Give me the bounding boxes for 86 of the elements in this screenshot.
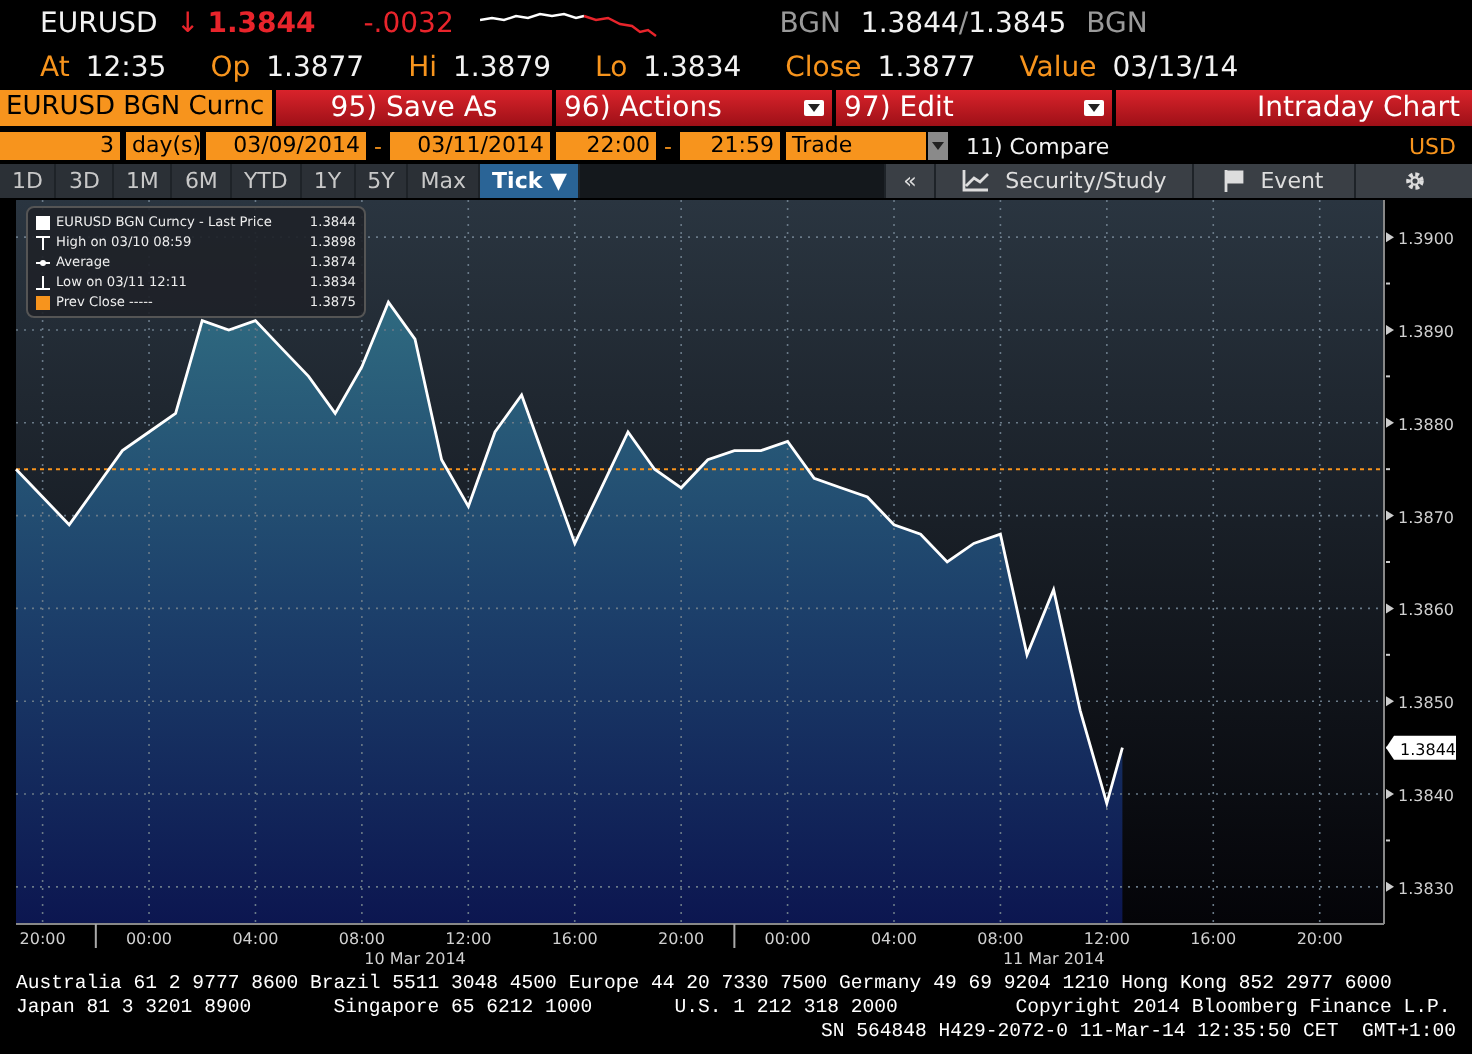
last-price: 1.3844 (207, 8, 318, 40)
x-axis-label: 20:00 (1296, 930, 1343, 948)
y-axis-label: 1.3890 (1398, 322, 1454, 341)
price-change: -.0032 (363, 8, 456, 40)
high-marker-icon (36, 235, 50, 249)
period-tab[interactable]: 1D (0, 164, 55, 198)
x-axis-label: 16:00 (551, 930, 598, 948)
x-axis-label: 00:00 (125, 930, 173, 948)
settings-button[interactable] (1356, 164, 1472, 198)
event-button[interactable]: Event (1194, 164, 1354, 198)
source-label: BGN (779, 8, 841, 40)
stat-label: Hi (408, 52, 438, 84)
period-tab[interactable]: 3D (56, 164, 112, 198)
compare-link[interactable]: 11) Compare (965, 133, 1110, 159)
currency-label: USD (1408, 133, 1458, 159)
price-tag: 1.3844 (1386, 735, 1456, 760)
period-tab[interactable]: Tick ▼ (480, 164, 579, 198)
x-axis-label: 08:00 (338, 930, 385, 948)
prev-close-marker-icon (36, 295, 50, 309)
x-axis-label: 08:00 (977, 930, 1024, 948)
period-tab[interactable]: YTD (231, 164, 300, 198)
x-axis-label: 00:00 (764, 930, 811, 948)
count-field[interactable]: 3 (0, 132, 120, 160)
x-axis-label: 12:00 (445, 930, 492, 948)
security-field[interactable]: EURUSD BGN Curnc (0, 90, 272, 126)
start-time-field[interactable]: 22:00 (555, 132, 656, 160)
low-marker-icon (36, 275, 50, 289)
stat-value: 03/13/14 (1112, 52, 1239, 84)
last-price-marker-icon (36, 215, 50, 229)
end-time-field[interactable]: 21:59 (679, 132, 780, 160)
date-label: 10 Mar 2014 (364, 950, 466, 968)
x-axis-label: 12:00 (1083, 930, 1130, 948)
flag-icon (1224, 170, 1245, 192)
x-axis-label: 20:00 (658, 930, 705, 948)
period-tab[interactable]: 6M (172, 164, 230, 198)
y-axis-label: 1.3830 (1398, 879, 1454, 898)
menu-button[interactable]: 97) Edit (836, 90, 1112, 126)
y-axis-label: 1.3860 (1398, 601, 1454, 620)
y-axis-label: 1.3900 (1398, 230, 1454, 249)
stat-value: 1.3834 (643, 52, 742, 84)
source-label: BGN (1086, 8, 1148, 40)
dropdown-caret-icon[interactable] (927, 132, 948, 160)
dash: - (372, 133, 384, 159)
down-arrow: ↓ (176, 8, 200, 40)
y-axis-label: 1.3840 (1398, 787, 1454, 806)
stat-value: 1.3877 (266, 52, 365, 84)
x-axis-label: 16:00 (1190, 930, 1237, 948)
stat-label: Lo (595, 52, 628, 84)
bid-price: 1.3844 (860, 8, 959, 40)
ask-price: 1.3845 (968, 8, 1067, 40)
footer-line: Australia 61 2 9777 8600 Brazil 5511 3048 4500 Europe 44 20 7330 7500 Germany 49 69 9204 1210 Hong Kong 852 2977 6000 (16, 972, 1394, 996)
event-dropdown[interactable]: Trade (785, 132, 926, 160)
date-label: 11 Mar 2014 (1002, 950, 1105, 968)
average-marker-icon (36, 255, 50, 269)
stat-value: 1.3879 (453, 52, 552, 84)
ticker: EURUSD (40, 8, 160, 40)
dash: - (661, 133, 674, 159)
stat-label: Op (210, 52, 251, 84)
end-date-field[interactable]: 03/11/2014 (389, 132, 550, 160)
x-axis-label: 20:00 (19, 930, 66, 948)
line-chart-icon (961, 170, 990, 192)
stat-value: 1.3877 (877, 52, 976, 84)
stat-label: Close (785, 52, 862, 84)
y-axis-label: 1.3850 (1398, 694, 1454, 713)
stat-label: At (40, 52, 70, 84)
study-button[interactable]: Security/Study (936, 164, 1192, 198)
footer-line: SN 564848 H429-2072-0 11-Mar-14 12:35:50 CET GMT+1:00 (819, 1020, 1456, 1044)
period-tab[interactable]: 1M (113, 164, 171, 198)
menu-button[interactable]: 95) Save As (276, 90, 552, 126)
period-tab[interactable]: Max (408, 164, 479, 198)
stat-value: 12:35 (85, 52, 167, 84)
unit-field[interactable]: day(s) (126, 132, 200, 160)
settings-icon (1403, 170, 1425, 192)
period-tab[interactable]: 1Y (301, 164, 354, 198)
x-axis-label: 04:00 (232, 930, 279, 948)
period-tab[interactable]: 5Y (355, 164, 407, 198)
chart-title: Intraday Chart (1116, 90, 1472, 126)
footer-line: Japan 81 3 3201 8900 Singapore 65 6212 1000 U.S. 1 212 318 2000 Copyright 2014 Bloomberg Finance L.P. (16, 996, 1453, 1020)
x-axis-label: 04:00 (870, 930, 918, 948)
start-date-field[interactable]: 03/09/2014 (206, 132, 366, 160)
separator: / (958, 8, 969, 40)
collapse-button[interactable]: « (886, 164, 934, 198)
stat-label: Value (1019, 52, 1097, 84)
menu-button[interactable]: 96) Actions (556, 90, 832, 126)
y-axis-label: 1.3880 (1398, 415, 1454, 434)
y-axis-label: 1.3870 (1398, 508, 1454, 527)
